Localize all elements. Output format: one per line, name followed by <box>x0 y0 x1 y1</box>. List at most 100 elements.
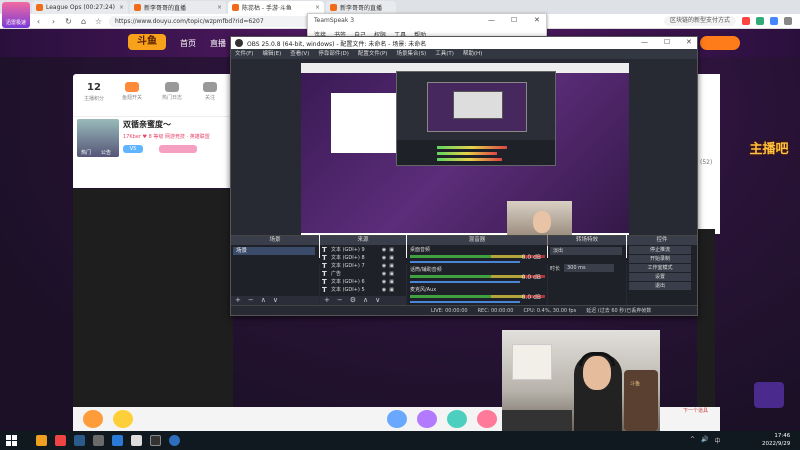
steam-icon[interactable] <box>74 435 85 446</box>
extension-icon[interactable] <box>742 17 750 25</box>
bookmark-star-icon[interactable]: ☆ <box>94 17 103 26</box>
reload-icon[interactable]: ↻ <box>64 17 73 26</box>
menu-item[interactable]: 编辑(E) <box>262 49 281 59</box>
stat-points[interactable]: 12 主播积分 <box>79 82 109 102</box>
lock-icon[interactable]: ▣ <box>389 286 394 294</box>
lock-icon[interactable]: ▣ <box>389 262 394 270</box>
windows-start-icon[interactable] <box>6 435 17 446</box>
gift-icon[interactable] <box>83 410 103 428</box>
header-action-button[interactable] <box>700 36 740 50</box>
volume-slider[interactable] <box>410 281 520 283</box>
gift-icon[interactable] <box>417 410 437 428</box>
side-promo-logo[interactable]: 主播吧 <box>748 133 790 167</box>
gift-icon[interactable] <box>477 410 497 428</box>
app-icon[interactable] <box>131 435 142 446</box>
teamspeak-icon[interactable] <box>169 435 180 446</box>
source-item[interactable]: T 广告 ◉ ▣ <box>322 270 394 278</box>
forward-icon[interactable]: › <box>49 17 58 26</box>
eye-icon[interactable]: ◉ <box>382 270 386 278</box>
tray-expand-icon[interactable]: ^ <box>690 436 695 445</box>
extension-icon[interactable] <box>756 17 764 25</box>
douyu-logo[interactable]: 斗鱼 <box>128 34 166 50</box>
close-icon[interactable]: × <box>315 4 320 11</box>
lock-icon[interactable]: ▣ <box>389 270 394 278</box>
transition-select[interactable]: 淡出 <box>550 247 622 255</box>
lock-icon[interactable]: ▣ <box>389 254 394 262</box>
gift-icon[interactable] <box>113 410 133 428</box>
maximize-button[interactable]: ☐ <box>511 16 517 24</box>
source-item[interactable]: T 文本 (GDI+) 8 ◉ ▣ <box>322 254 394 262</box>
nav-live[interactable]: 直播 <box>210 38 226 49</box>
back-icon[interactable]: ‹ <box>34 17 43 26</box>
volume-slider[interactable] <box>410 301 520 303</box>
source-item[interactable]: T 文本 (GDI+) 5 ◉ ▣ <box>322 286 394 294</box>
volume-icon[interactable]: 🔊 <box>701 436 708 445</box>
close-button[interactable]: ✕ <box>534 16 540 24</box>
settings-button[interactable]: 设置 <box>629 273 691 281</box>
obs-preview[interactable] <box>301 63 629 258</box>
menu-item[interactable]: 工具(T) <box>435 49 454 59</box>
scene-item[interactable]: 场景 <box>233 247 315 255</box>
move-down-button[interactable]: ∨ <box>375 296 380 305</box>
stat-fish-fin[interactable]: 鱼翅开关 <box>117 82 147 101</box>
stop-streaming-button[interactable]: 停止推流 <box>629 246 691 254</box>
input-method-icon[interactable]: 中 <box>715 436 721 445</box>
browser-logo[interactable]: 迅雷极速 <box>2 2 30 28</box>
volume-slider[interactable] <box>410 261 520 263</box>
menu-item[interactable]: 查看(V) <box>290 49 309 59</box>
remove-source-button[interactable]: − <box>337 296 343 305</box>
source-item[interactable]: T 文本 (GDI+) 9 ◉ ▣ <box>322 246 394 254</box>
nav-home[interactable]: 首页 <box>180 38 196 49</box>
chrome-icon[interactable] <box>55 435 66 446</box>
stat-follow[interactable]: 关注 <box>195 82 225 101</box>
obs-status-bar: LIVE: 00:00:00 REC: 00:00:00 CPU: 0.4%, … <box>231 305 697 315</box>
game-icon[interactable] <box>93 435 104 446</box>
side-gift-icon[interactable] <box>754 382 784 408</box>
app-icon[interactable] <box>36 435 47 446</box>
menu-icon[interactable] <box>784 17 792 25</box>
gear-icon[interactable]: ⚙ <box>350 296 356 305</box>
stat-logs[interactable]: 热门日志 <box>157 82 187 101</box>
system-clock[interactable]: 17:46 2022/9/29 <box>762 432 790 448</box>
remove-scene-button[interactable]: − <box>248 296 254 305</box>
minimize-button[interactable]: — <box>488 16 495 24</box>
menu-item[interactable]: 文件(F) <box>235 49 253 59</box>
studio-mode-button[interactable]: 工作室模式 <box>629 264 691 272</box>
source-item[interactable]: T 文本 (GDI+) 6 ◉ ▣ <box>322 278 394 286</box>
menu-item[interactable]: 配置文件(P) <box>358 49 388 59</box>
add-source-button[interactable]: + <box>324 296 330 305</box>
browser-tab-2[interactable]: 新李哥哥的直播 × <box>130 1 226 14</box>
anchor-action-button[interactable] <box>159 145 197 153</box>
eye-icon[interactable]: ◉ <box>382 286 386 294</box>
close-button[interactable]: ✕ <box>686 38 692 46</box>
maximize-button[interactable]: ☐ <box>664 38 670 46</box>
app-icon[interactable] <box>112 435 123 446</box>
extension-icon[interactable] <box>770 17 778 25</box>
gift-icon[interactable] <box>387 410 407 428</box>
eye-icon[interactable]: ◉ <box>382 278 386 286</box>
lock-icon[interactable]: ▣ <box>389 278 394 286</box>
gift-icon[interactable] <box>447 410 467 428</box>
move-down-button[interactable]: ∨ <box>273 296 278 305</box>
menu-item[interactable]: 场景集合(S) <box>396 49 426 59</box>
eye-icon[interactable]: ◉ <box>382 246 386 254</box>
start-recording-button[interactable]: 开始录制 <box>629 255 691 263</box>
duration-input[interactable]: 300 ms <box>564 264 614 272</box>
search-suggestion[interactable]: 区块链的新型支付方式 <box>663 16 736 26</box>
move-up-button[interactable]: ∧ <box>261 296 266 305</box>
browser-tab-1[interactable]: League Ops (00:27:24) × <box>32 1 128 14</box>
lock-icon[interactable]: ▣ <box>389 246 394 254</box>
close-icon[interactable]: × <box>217 4 222 11</box>
minimize-button[interactable]: — <box>641 38 648 46</box>
menu-item[interactable]: 停靠部件(D) <box>318 49 349 59</box>
home-icon[interactable]: ⌂ <box>79 17 88 26</box>
eye-icon[interactable]: ◉ <box>382 254 386 262</box>
exit-button[interactable]: 退出 <box>629 282 691 290</box>
source-item[interactable]: T 文本 (GDI+) 7 ◉ ▣ <box>322 262 394 270</box>
menu-item[interactable]: 帮助(H) <box>463 49 482 59</box>
add-scene-button[interactable]: + <box>235 296 241 305</box>
eye-icon[interactable]: ◉ <box>382 262 386 270</box>
move-up-button[interactable]: ∧ <box>363 296 368 305</box>
close-icon[interactable]: × <box>119 4 124 11</box>
obs-icon[interactable] <box>150 435 161 446</box>
